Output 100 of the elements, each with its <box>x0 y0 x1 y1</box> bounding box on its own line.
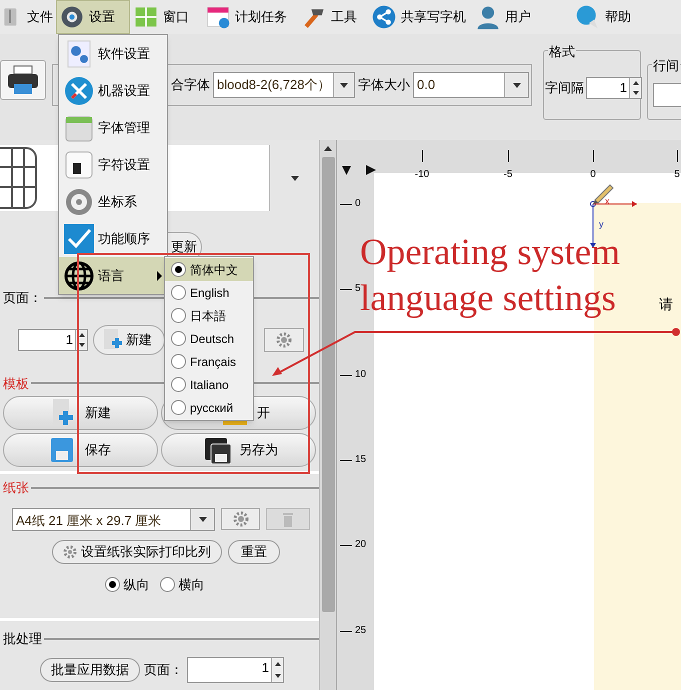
dropdown-arrow-icon <box>512 82 520 88</box>
ruler-tick <box>340 204 352 205</box>
language-option[interactable]: 日本語 <box>165 304 253 327</box>
page-spinner[interactable]: 1 <box>187 656 284 682</box>
dropdown-arrow-icon <box>340 82 348 88</box>
page-spinner[interactable]: 1 <box>18 328 88 350</box>
menu-item[interactable]: 共享写字机 <box>368 0 472 34</box>
trash-icon <box>282 511 294 527</box>
language-option[interactable]: 简体中文 <box>165 258 253 281</box>
section-title: 模板 <box>2 374 29 392</box>
ruler-label: -10 <box>414 168 430 182</box>
up-arrow-icon <box>632 81 638 85</box>
x-axis-arrow <box>590 201 638 208</box>
floppy-disks-icon <box>203 436 231 464</box>
dropdown-arrow-icon <box>290 176 298 180</box>
scrollbar-thumb[interactable] <box>322 157 334 612</box>
axis-label: y <box>599 220 604 229</box>
user-icon <box>475 4 501 30</box>
ruler-tick <box>340 374 352 376</box>
menu-item[interactable]: 帮助 <box>572 0 681 34</box>
down-arrow-icon <box>78 342 84 346</box>
ruler-label: 5 <box>674 168 680 182</box>
globe-icon <box>64 260 94 290</box>
checkmark-icon <box>64 224 94 254</box>
ruler-tick <box>340 460 352 461</box>
annotation-text: Operating system language settings <box>360 231 621 321</box>
ruler-tick <box>593 150 594 162</box>
section-title: 批处理 <box>2 630 42 648</box>
menu-item[interactable]: 软件设置 <box>59 35 167 72</box>
menu-item[interactable]: 计划任务 <box>202 0 298 34</box>
settings-button[interactable] <box>264 328 304 352</box>
ruler-label: 0 <box>355 199 361 209</box>
ruler-label: 5 <box>355 284 361 294</box>
expand-arrow-icon <box>366 165 376 175</box>
tools-icon <box>64 76 94 106</box>
new-page-button[interactable]: 新建 <box>93 324 165 354</box>
menu-item[interactable]: 功能顺序 <box>59 220 167 257</box>
page-label: 页面： <box>144 660 183 679</box>
menu-item[interactable]: 用户 <box>472 0 572 34</box>
collapse-arrow-icon <box>342 166 351 175</box>
menu-item[interactable]: 机器设置 <box>59 72 167 109</box>
reset-button[interactable]: 重置 <box>228 540 280 564</box>
menu-item[interactable]: 字符设置 <box>59 146 167 183</box>
ruler-label: 0 <box>590 168 596 182</box>
menu-item[interactable]: 字体管理 <box>59 109 167 146</box>
down-arrow-icon <box>632 91 638 95</box>
menu-item[interactable]: 文件 <box>0 0 56 34</box>
language-option[interactable]: Deutsch <box>165 327 253 350</box>
orientation-radio[interactable]: 纵向 <box>104 574 150 594</box>
font-dropdown[interactable]: blood8-2(6,728个） <box>213 72 355 98</box>
dropdown-arrow-icon <box>198 516 206 522</box>
spacing-label: 字间隔 <box>545 79 584 98</box>
paper-size-dropdown[interactable]: A4纸 21 厘米 x 29.7 厘米 <box>12 508 215 530</box>
font-label: 合字体 <box>171 76 210 94</box>
print-button[interactable] <box>0 60 46 100</box>
template-button[interactable]: 新建 <box>3 396 158 430</box>
menu-item[interactable]: 工具 <box>298 0 368 34</box>
ruler-tick <box>677 150 678 162</box>
language-option[interactable]: English <box>165 281 253 304</box>
up-arrow-icon <box>274 662 280 666</box>
new-file-icon <box>102 328 124 350</box>
up-arrow-icon <box>78 332 84 336</box>
printer-icon <box>6 64 40 96</box>
ruler-label: 20 <box>355 540 366 550</box>
section-title: 纸张 <box>2 479 29 497</box>
settings-button[interactable] <box>221 508 260 530</box>
menu-item[interactable]: 设置 <box>56 0 130 34</box>
ruler-label: 10 <box>355 370 366 380</box>
orientation-radio[interactable]: 横向 <box>160 574 204 594</box>
up-arrow-icon <box>324 146 332 151</box>
font-size-dropdown[interactable]: 0.0 <box>413 72 529 98</box>
font-size-label: 字体大小 <box>358 76 410 94</box>
spacing-spinner[interactable]: 1 <box>586 77 642 99</box>
ruler-label: 25 <box>355 626 366 636</box>
calendar-icon <box>205 4 231 30</box>
ruler-tick <box>508 150 509 162</box>
share-icon <box>371 4 397 30</box>
pencil-icon <box>592 182 614 204</box>
ruler-tick <box>340 545 352 546</box>
template-button[interactable]: 保存 <box>3 433 158 467</box>
ruler-tick <box>340 630 352 632</box>
menu-item[interactable]: 语言 <box>59 257 167 294</box>
ruler-tick <box>422 150 423 162</box>
language-option[interactable]: Italiano <box>165 373 253 396</box>
language-option[interactable]: русский <box>165 396 253 419</box>
ruler-label: 15 <box>355 454 366 465</box>
section-title: 页面： <box>2 289 42 307</box>
menu-item[interactable]: 坐标系 <box>59 183 167 220</box>
scrollbar[interactable] <box>319 140 336 690</box>
batch-apply-button[interactable]: 批量应用数据 <box>40 658 140 682</box>
glyph-preview-icon <box>0 145 40 211</box>
down-arrow-icon <box>274 674 280 678</box>
language-option[interactable]: Français <box>165 350 253 373</box>
ruler-label: -5 <box>504 168 512 182</box>
menu-item[interactable]: 窗口 <box>130 0 202 34</box>
ruler-tick <box>340 289 352 290</box>
canvas-text: 请 <box>659 295 673 314</box>
target-icon <box>64 186 94 216</box>
template-button[interactable]: 另存为 <box>161 433 316 467</box>
print-scale-button[interactable]: 设置纸张实际打印比列 <box>52 540 222 564</box>
